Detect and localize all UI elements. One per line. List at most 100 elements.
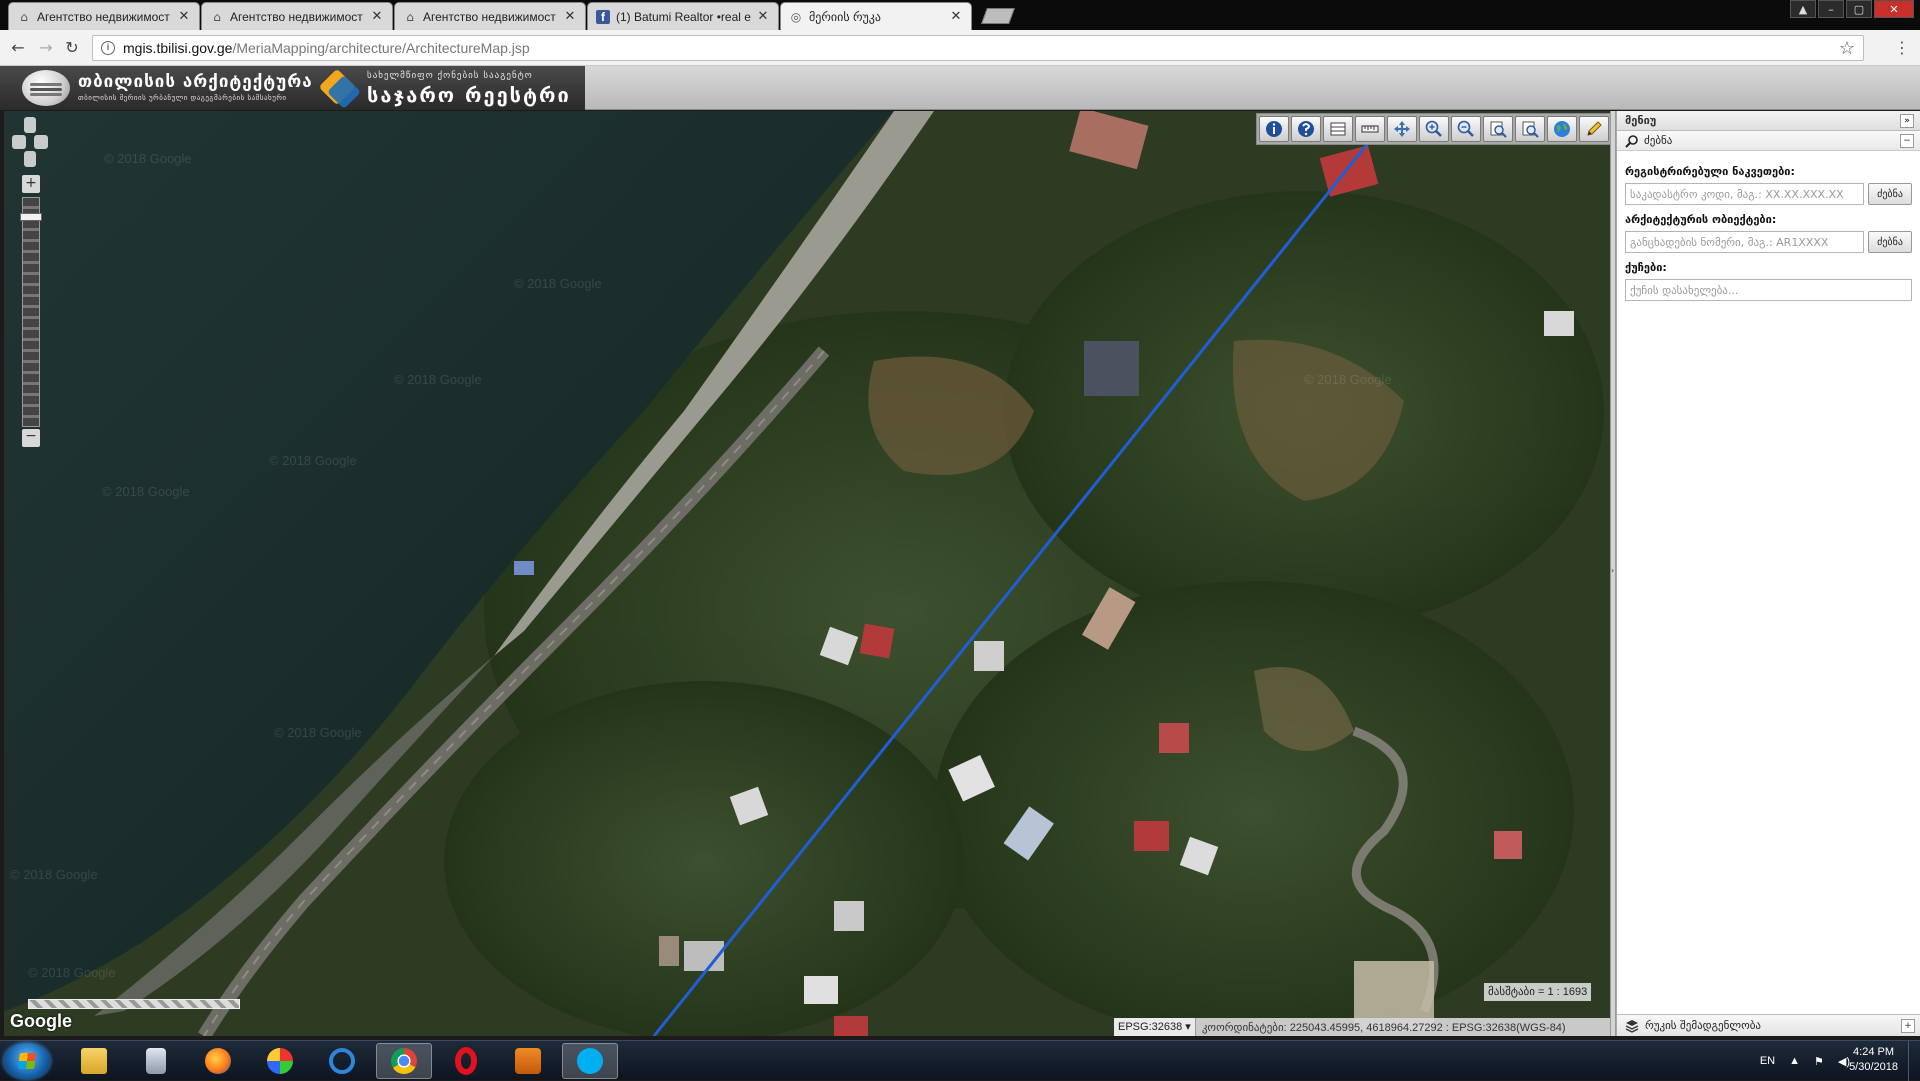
projection-value: EPSG:32638 bbox=[1118, 1021, 1183, 1033]
pan-down-icon[interactable] bbox=[24, 151, 36, 167]
cadastral-code-input[interactable] bbox=[1625, 183, 1864, 205]
layers-icon[interactable] bbox=[1323, 116, 1353, 142]
opera-taskbar-icon[interactable] bbox=[438, 1043, 494, 1079]
window-controls: ▲ – ▢ ✕ bbox=[1790, 0, 1914, 18]
pan-right-icon[interactable] bbox=[34, 135, 48, 149]
map-layers-footer[interactable]: რუკის შემადგენლობა + bbox=[1617, 1014, 1920, 1036]
explorer-taskbar-icon[interactable] bbox=[66, 1043, 122, 1079]
system-clock[interactable]: 4:24 PM 5/30/2018 bbox=[1849, 1045, 1898, 1075]
search-icon bbox=[1625, 134, 1638, 148]
clock-date: 5/30/2018 bbox=[1849, 1061, 1898, 1073]
maximize-icon[interactable]: ▢ bbox=[1846, 0, 1872, 18]
pan-left-icon[interactable] bbox=[12, 135, 26, 149]
pencil-icon[interactable] bbox=[1579, 116, 1609, 142]
map-toolbar bbox=[1256, 113, 1610, 145]
browser-tab-strip: ⌂ Агентство недвижимост ✕ ⌂ Агентство не… bbox=[0, 0, 1920, 30]
tab-title: Агентство недвижимост bbox=[230, 9, 363, 24]
close-icon[interactable]: ✕ bbox=[177, 9, 191, 24]
skype-taskbar-icon[interactable] bbox=[562, 1043, 618, 1079]
globe-icon[interactable] bbox=[1547, 116, 1577, 142]
logo2-title-small: სახელმწიფო ქონების სააგენტო bbox=[367, 71, 533, 81]
tray-expand-icon[interactable]: ▲ bbox=[1789, 1055, 1800, 1067]
calculator-taskbar-icon[interactable] bbox=[128, 1043, 184, 1079]
google-logo: Google bbox=[10, 1011, 72, 1031]
info-icon[interactable] bbox=[1259, 116, 1289, 142]
close-icon[interactable]: ✕ bbox=[756, 9, 770, 24]
close-icon[interactable]: ✕ bbox=[370, 9, 384, 24]
coordinates-readout: კოორდინატები: 225043.45995, 4618964.2729… bbox=[1201, 1021, 1566, 1034]
firefox-taskbar-icon[interactable] bbox=[190, 1043, 246, 1079]
public-registry-logo[interactable] bbox=[318, 68, 361, 109]
close-icon[interactable]: ✕ bbox=[949, 9, 963, 24]
clock-time: 4:24 PM bbox=[1853, 1046, 1895, 1058]
projection-select[interactable]: EPSG:32638 ▾ bbox=[1114, 1018, 1196, 1036]
logo2-title-big: საჯარო რეესტრი bbox=[367, 83, 571, 107]
logo1-subtitle: თბილისის მერიის ურბანული დაგეგმარების სა… bbox=[78, 94, 287, 102]
header-logo-strip: თბილისის არქიტექტურა თბილისის მერიის ურბ… bbox=[0, 66, 585, 110]
user-icon[interactable]: ▲ bbox=[1790, 0, 1816, 18]
search-section-title: ძებნა bbox=[1644, 134, 1673, 147]
show-desktop-button[interactable] bbox=[1908, 1041, 1920, 1081]
zoom-in-button[interactable]: + bbox=[22, 175, 40, 193]
map-watermark: © 2018 Google bbox=[10, 867, 98, 882]
browser-tab-4[interactable]: f (1) Batumi Realtor •real e ✕ bbox=[587, 2, 779, 30]
bookmark-star-icon[interactable]: ☆ bbox=[1839, 38, 1855, 59]
street-name-input[interactable] bbox=[1625, 279, 1912, 301]
media-player-taskbar-icon[interactable] bbox=[500, 1043, 556, 1079]
internet-explorer-taskbar-icon[interactable] bbox=[314, 1043, 370, 1079]
zoom-in-icon[interactable] bbox=[1419, 116, 1449, 142]
search-section-header[interactable]: ძებნა − bbox=[1617, 131, 1920, 151]
pan-icon[interactable] bbox=[1387, 116, 1417, 142]
globe-icon: ⌂ bbox=[213, 9, 221, 24]
tab-title: მერიის რუკა bbox=[809, 9, 881, 24]
panel-header: მენიუ » bbox=[1617, 111, 1920, 131]
map-watermark: © 2018 Google bbox=[514, 276, 602, 291]
browser-tab-2[interactable]: ⌂ Агентство недвижимост ✕ bbox=[201, 2, 393, 30]
collapse-section-icon[interactable]: − bbox=[1900, 133, 1914, 148]
globe-icon: ◎ bbox=[790, 9, 802, 24]
architecture-search-button[interactable]: ძებნა bbox=[1868, 231, 1912, 253]
reload-icon[interactable]: ↻ bbox=[62, 38, 82, 58]
architecture-number-input[interactable] bbox=[1625, 231, 1864, 253]
architecture-label: არქიტექტურის ობიექტები: bbox=[1625, 213, 1777, 226]
map-scale-readout: მასშტაბი = 1 : 1693 bbox=[1484, 983, 1592, 1001]
browser-menu-icon[interactable]: ⋮ bbox=[1894, 38, 1910, 57]
back-arrow-icon[interactable]: ← bbox=[8, 38, 28, 58]
logo1-title: თბილისის არქიტექტურა bbox=[78, 72, 313, 92]
pan-up-icon[interactable] bbox=[24, 117, 36, 133]
minimize-icon[interactable]: – bbox=[1818, 0, 1844, 18]
forward-arrow-icon[interactable]: → bbox=[36, 38, 56, 58]
map-watermark: © 2018 Google bbox=[269, 453, 357, 468]
tbilisi-architecture-logo[interactable] bbox=[22, 70, 70, 106]
map-viewport[interactable]: © 2018 Google © 2018 Google © 2018 Googl… bbox=[4, 111, 1610, 1036]
expand-layers-icon[interactable]: + bbox=[1901, 1018, 1915, 1033]
close-icon[interactable]: ✕ bbox=[563, 9, 577, 24]
zoom-slider-track[interactable] bbox=[22, 197, 40, 427]
start-button[interactable] bbox=[4, 1043, 50, 1079]
zoom-out-button[interactable]: − bbox=[22, 429, 40, 447]
measure-icon[interactable] bbox=[1355, 116, 1385, 142]
browser-toolbar: ← → ↻ i mgis.tbilisi.gov.ge/MeriaMapping… bbox=[0, 30, 1920, 66]
browser-tab-5[interactable]: ◎ მერიის რუკა ✕ bbox=[780, 2, 972, 30]
action-center-flag-icon[interactable]: ⚑ bbox=[1814, 1055, 1824, 1068]
help-icon[interactable] bbox=[1291, 116, 1321, 142]
site-info-icon[interactable]: i bbox=[101, 41, 115, 55]
facebook-icon: f bbox=[596, 9, 610, 24]
zoom-previous-icon[interactable] bbox=[1483, 116, 1513, 142]
browser-tab-3[interactable]: ⌂ Агентство недвижимост ✕ bbox=[394, 2, 586, 30]
zoom-out-icon[interactable] bbox=[1451, 116, 1481, 142]
chrome-taskbar-icon[interactable] bbox=[376, 1043, 432, 1079]
collapse-panel-icon[interactable]: » bbox=[1900, 113, 1914, 128]
zoom-slider-handle[interactable] bbox=[20, 213, 42, 221]
window-close-icon[interactable]: ✕ bbox=[1874, 0, 1914, 18]
new-tab-button[interactable] bbox=[981, 8, 1015, 24]
satellite-imagery bbox=[4, 111, 1610, 1036]
zoom-next-icon[interactable] bbox=[1515, 116, 1545, 142]
splitter-arrow-icon[interactable]: › bbox=[1611, 566, 1615, 575]
paint-taskbar-icon[interactable] bbox=[252, 1043, 308, 1079]
browser-tab-1[interactable]: ⌂ Агентство недвижимост ✕ bbox=[8, 2, 200, 30]
chevron-down-icon: ▾ bbox=[1185, 1021, 1191, 1033]
address-bar[interactable]: i mgis.tbilisi.gov.ge/MeriaMapping/archi… bbox=[92, 35, 1864, 61]
language-indicator[interactable]: EN bbox=[1760, 1055, 1775, 1067]
cadastral-search-button[interactable]: ძებნა bbox=[1868, 183, 1912, 205]
